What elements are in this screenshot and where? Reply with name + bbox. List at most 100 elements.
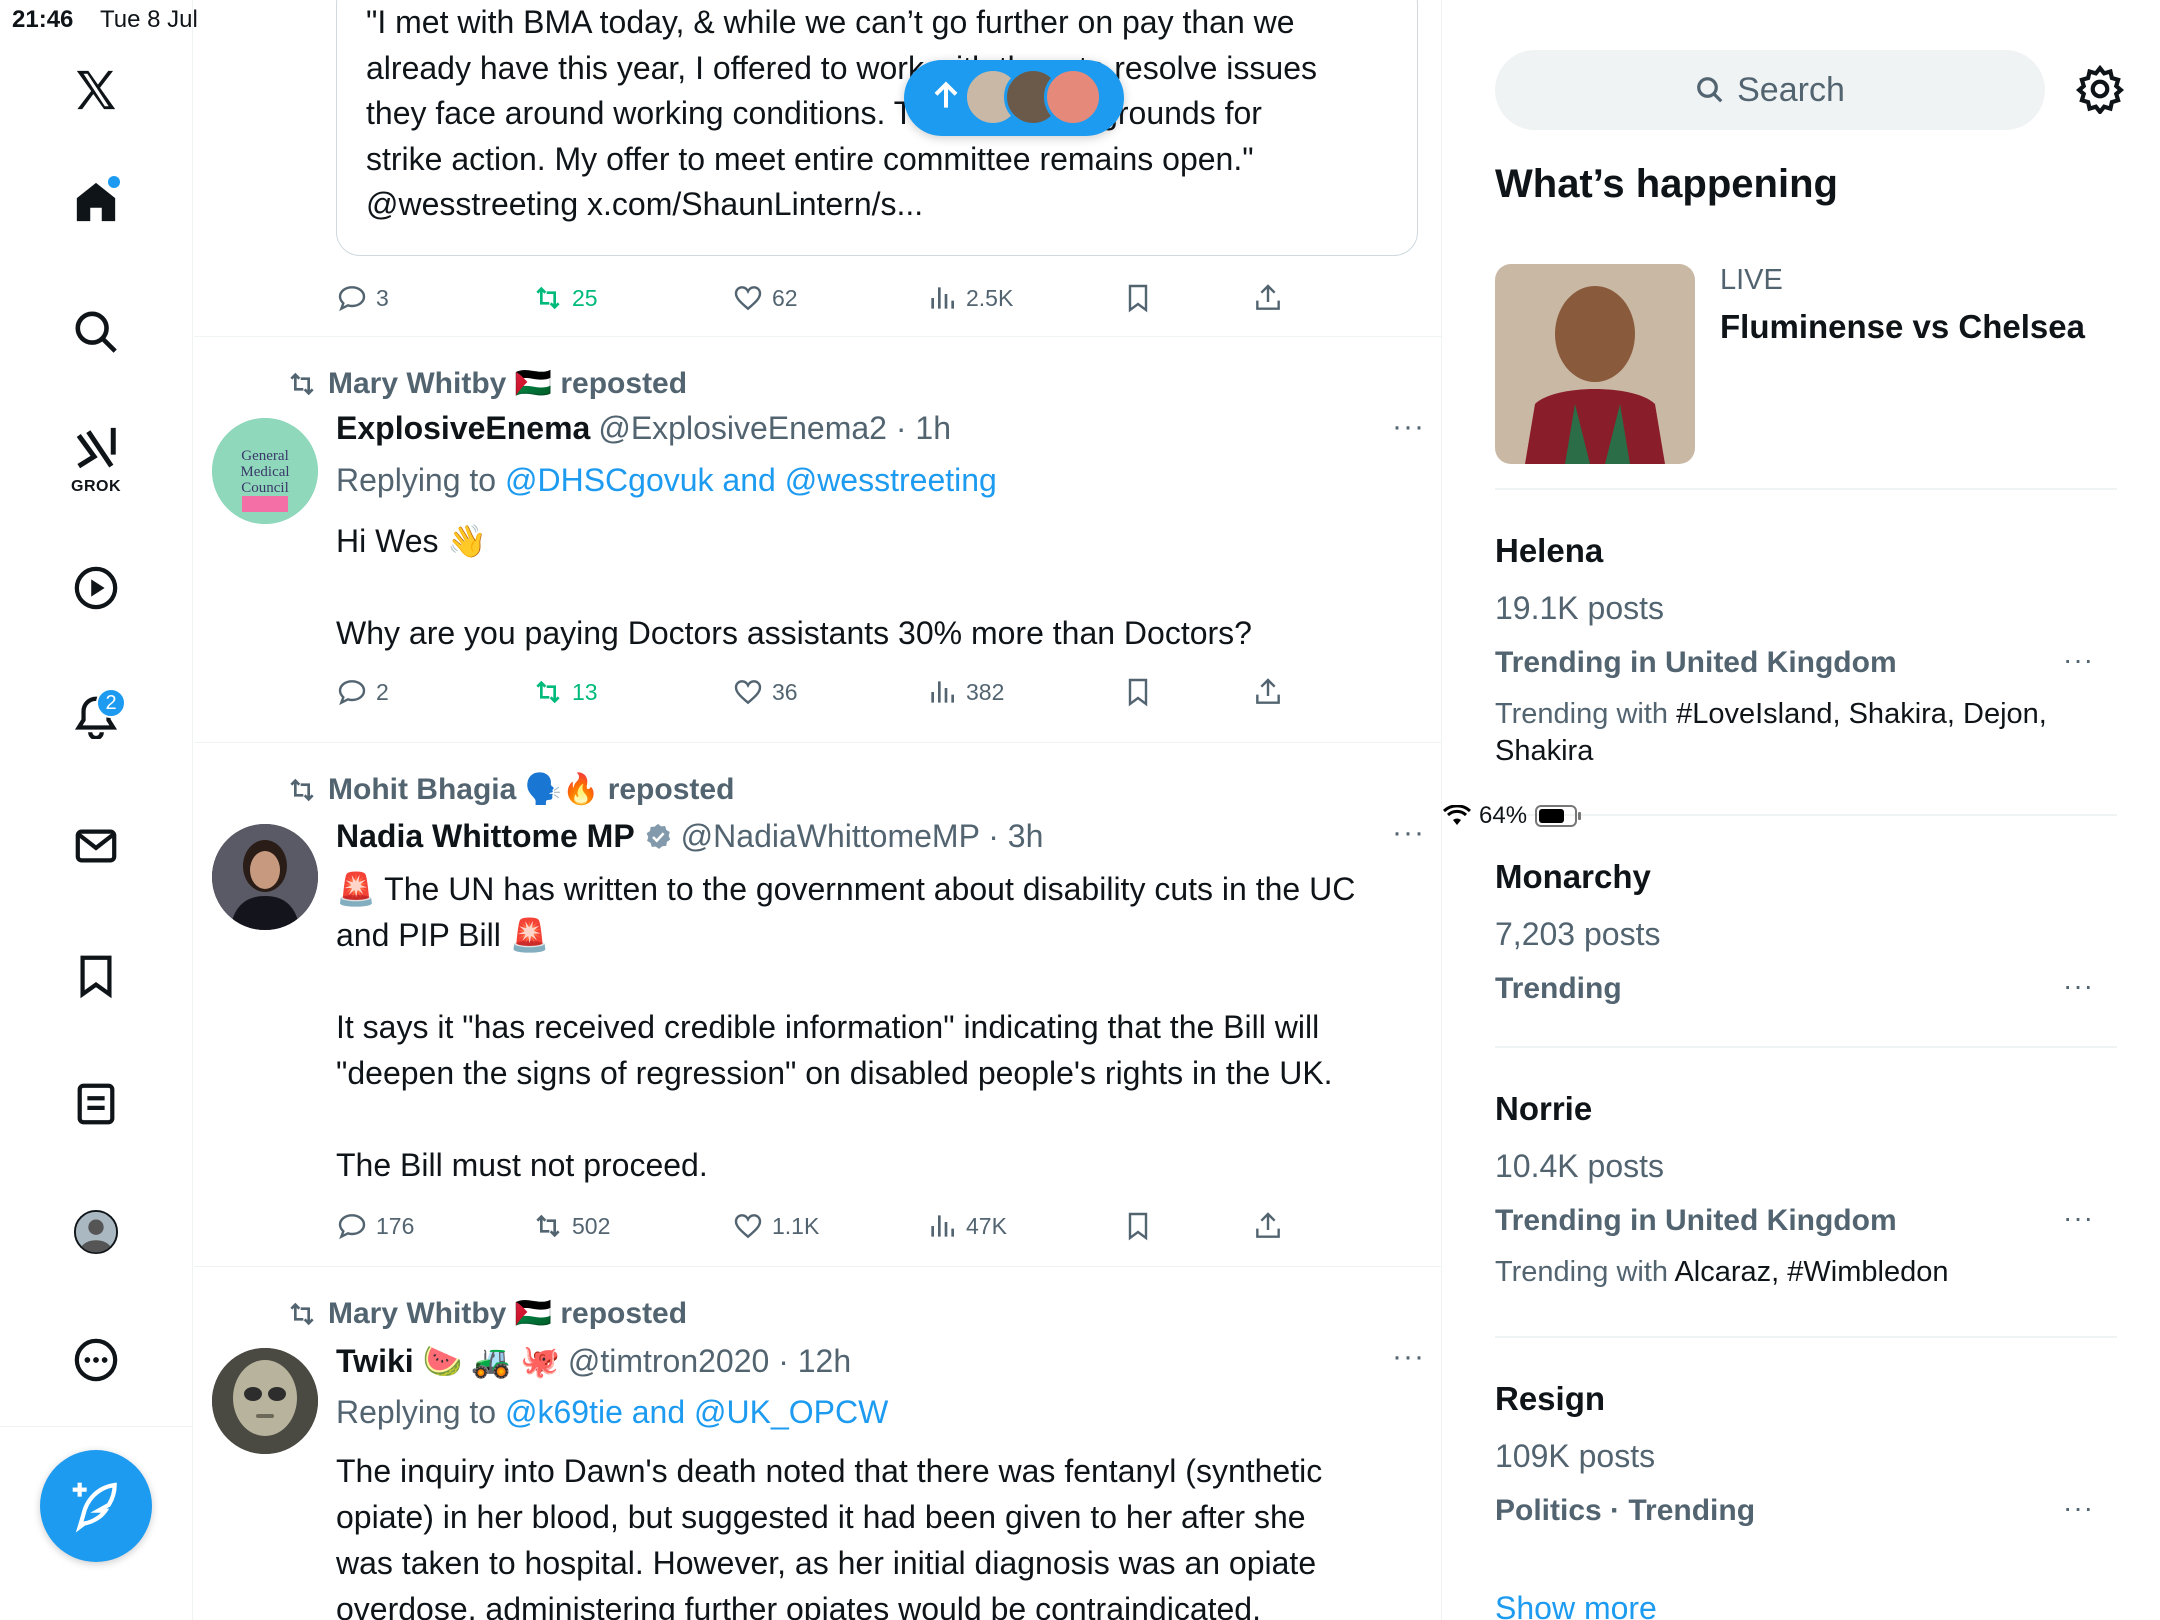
reply-count: 176 xyxy=(376,1212,415,1239)
compose-feather-icon xyxy=(72,1482,117,1533)
bookmarks-icon[interactable] xyxy=(60,940,132,1012)
post-more-button[interactable]: ··· xyxy=(1392,410,1425,444)
messages-icon[interactable] xyxy=(60,810,132,882)
like-count: 1.1K xyxy=(772,1212,820,1239)
replying-to-link[interactable]: @DHSCgovuk and @wesstreeting xyxy=(505,462,997,498)
post-body: The inquiry into Dawn's death noted that… xyxy=(336,1448,1426,1620)
author-handle[interactable]: @ExplosiveEnema2 · 1h xyxy=(598,410,951,447)
avatar[interactable] xyxy=(212,1348,318,1454)
like-button[interactable]: 36 xyxy=(732,672,798,712)
svg-text:Council: Council xyxy=(241,480,289,496)
post-line: The inquiry into Dawn's death noted that… xyxy=(336,1453,1323,1489)
bookmark-button[interactable] xyxy=(1122,278,1154,318)
replying-to-link[interactable]: @k69tie and @UK_OPCW xyxy=(505,1394,888,1430)
share-icon xyxy=(1256,1212,1280,1238)
avatar-image: General Medical Council xyxy=(212,418,318,524)
quoted-line: strike action. My offer to meet entire c… xyxy=(366,140,1254,177)
x-logo-icon[interactable] xyxy=(60,54,132,126)
repost-button[interactable]: 502 xyxy=(532,1206,610,1246)
post-more-button[interactable]: ··· xyxy=(1392,1340,1425,1374)
like-count: 36 xyxy=(772,678,798,705)
post-line: opiate) in her blood, but suggested it h… xyxy=(336,1499,1306,1535)
repost-icon xyxy=(290,1302,314,1325)
quoted-line: @wesstreeting x.com/ShaunLintern/s... xyxy=(366,186,924,222)
more-icon[interactable] xyxy=(60,1324,132,1396)
avatar[interactable] xyxy=(212,824,318,930)
views-button[interactable]: 382 xyxy=(926,672,1004,712)
views-count: 47K xyxy=(966,1212,1007,1239)
battery-percent: 64% xyxy=(1479,802,1528,829)
bookmark-button[interactable] xyxy=(1122,1206,1154,1246)
timeline-feed[interactable]: "I met with BMA today, & while we can’t … xyxy=(194,0,1442,1620)
post-line: Why are you paying Doctors assistants 30… xyxy=(336,615,1252,651)
status-time: 21:46 xyxy=(12,6,74,33)
post-header: Nadia Whittome MP @NadiaWhittomeMP · 3h xyxy=(336,818,1043,855)
post-line: "deepen the signs of regression" on disa… xyxy=(336,1055,1333,1091)
heart-icon xyxy=(734,1214,762,1239)
post-actions: 176 502 1.1K 47K xyxy=(336,1206,1336,1246)
reply-button[interactable]: 176 xyxy=(336,1206,414,1246)
compose-button[interactable] xyxy=(40,1450,152,1562)
video-icon[interactable] xyxy=(60,552,132,624)
repost-count: 25 xyxy=(572,284,598,311)
bookmark-button[interactable] xyxy=(1122,672,1154,712)
post-line: overdose, administering further opiates … xyxy=(336,1591,1261,1620)
post-more-button[interactable]: ··· xyxy=(1392,816,1425,850)
repost-icon xyxy=(290,372,314,395)
views-icon xyxy=(931,287,954,309)
reply-button[interactable]: 2 xyxy=(336,672,389,712)
new-posts-pill[interactable] xyxy=(904,60,1124,136)
reposted-by[interactable]: Mary Whitby 🇵🇸 reposted xyxy=(328,366,687,401)
author-name[interactable]: ExplosiveEnema xyxy=(336,410,590,447)
views-icon xyxy=(931,681,954,703)
avatar-image xyxy=(212,824,318,930)
views-button[interactable]: 47K xyxy=(926,1206,1007,1246)
post-line: 🚨 The UN has written to the government a… xyxy=(336,871,1356,907)
like-button[interactable]: 62 xyxy=(732,278,798,318)
author-handle[interactable]: @timtron2020 · 12h xyxy=(568,1343,851,1380)
repost-button[interactable]: 13 xyxy=(532,672,598,712)
grok-label: GROK xyxy=(71,478,121,495)
repost-context: Mary Whitby 🇵🇸 reposted xyxy=(286,366,687,401)
profile-icon[interactable] xyxy=(60,1196,132,1268)
share-button[interactable] xyxy=(1252,1206,1284,1246)
avatar[interactable]: General Medical Council xyxy=(212,418,318,524)
status-right: 64% xyxy=(1443,6,2160,1620)
replying-prefix: Replying to xyxy=(336,1394,505,1430)
share-button[interactable] xyxy=(1252,672,1284,712)
author-name[interactable]: Nadia Whittome MP xyxy=(336,818,635,855)
replying-prefix: Replying to xyxy=(336,462,505,498)
views-count: 382 xyxy=(966,678,1005,705)
repost-button[interactable]: 25 xyxy=(532,278,598,318)
replying-to: Replying to @DHSCgovuk and @wesstreeting xyxy=(336,462,997,499)
post-body: 🚨 The UN has written to the government a… xyxy=(336,866,1426,1188)
battery-icon xyxy=(1535,805,1582,827)
author-handle[interactable]: @NadiaWhittomeMP · 3h xyxy=(681,818,1044,855)
reply-icon xyxy=(338,1214,366,1240)
grok-icon[interactable]: GROK xyxy=(60,418,132,495)
verified-badge-icon xyxy=(646,823,670,849)
quote-actions: 3 25 62 2.5K xyxy=(336,278,1336,318)
home-icon[interactable] xyxy=(60,166,132,238)
notifications-icon[interactable]: 2 xyxy=(60,680,132,752)
share-icon xyxy=(1256,284,1280,310)
status-bar: 21:46 Tue 8 Jul 64% xyxy=(0,0,2160,829)
avatar-image xyxy=(212,1348,318,1454)
share-button[interactable] xyxy=(1252,278,1284,318)
bookmark-icon xyxy=(1128,284,1148,313)
search-icon[interactable] xyxy=(60,296,132,368)
lists-icon[interactable] xyxy=(60,1068,132,1140)
reply-count: 3 xyxy=(376,284,389,311)
reposted-by[interactable]: Mohit Bhagia 🗣️🔥 reposted xyxy=(328,772,734,807)
reply-button[interactable]: 3 xyxy=(336,278,389,318)
like-button[interactable]: 1.1K xyxy=(732,1206,819,1246)
post-body: Hi Wes 👋 Why are you paying Doctors assi… xyxy=(336,518,1426,656)
bookmark-icon xyxy=(1128,1212,1148,1241)
home-unread-dot xyxy=(108,176,120,188)
post-header: Twiki 🍉 🚜 🐙 @timtron2020 · 12h xyxy=(336,1342,851,1380)
author-name[interactable]: Twiki 🍉 🚜 🐙 xyxy=(336,1342,560,1380)
views-button[interactable]: 2.5K xyxy=(926,278,1013,318)
reposted-by[interactable]: Mary Whitby 🇵🇸 reposted xyxy=(328,1296,687,1331)
quoted-line: they face around working conditions. The… xyxy=(366,95,1262,131)
post-line: and PIP Bill 🚨 xyxy=(336,917,550,953)
